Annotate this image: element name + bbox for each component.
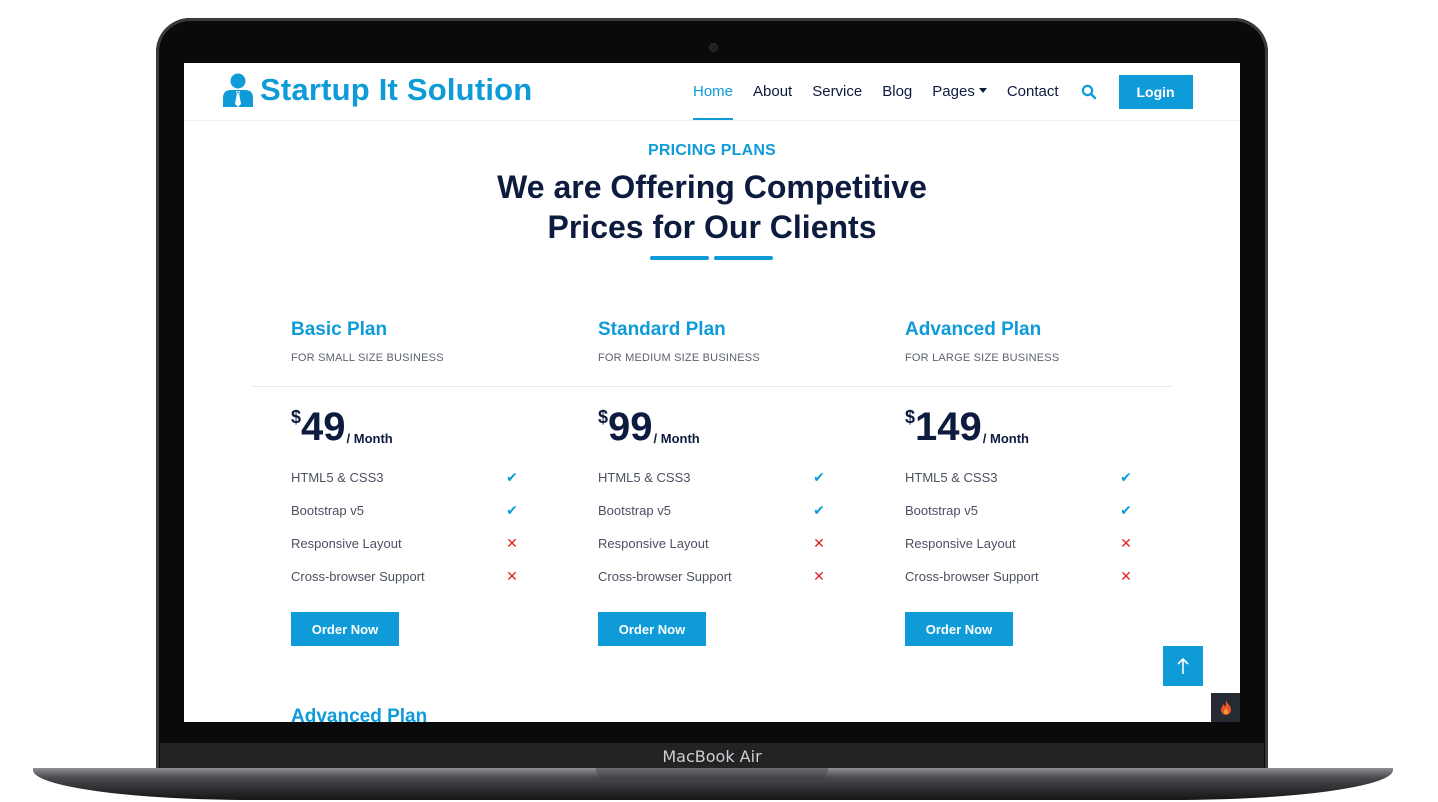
headline-line-2: Prices for Our Clients	[547, 209, 877, 245]
fire-icon	[1220, 700, 1231, 715]
order-now-button[interactable]: Order Now	[905, 612, 1013, 646]
feature-label: HTML5 & CSS3	[598, 470, 691, 485]
plan-subtitle: FOR MEDIUM SIZE BUSINESS	[598, 352, 760, 364]
user-tie-icon	[223, 73, 253, 107]
cross-icon: ✕	[1120, 568, 1132, 584]
login-button[interactable]: Login	[1118, 74, 1193, 109]
plan-subtitle: FOR LARGE SIZE BUSINESS	[905, 352, 1060, 364]
cross-icon: ✕	[1120, 535, 1132, 551]
nav-about[interactable]: About	[753, 63, 792, 120]
feature-label: Cross-browser Support	[598, 569, 732, 584]
price-period: / Month	[982, 431, 1029, 446]
check-icon: ✔	[813, 502, 825, 518]
next-plan-title: Advanced Plan	[291, 706, 428, 722]
feature-item: Cross-browser Support ✕	[905, 560, 1135, 593]
caret-down-icon	[978, 88, 987, 93]
price-amount: 149	[915, 405, 982, 449]
feature-label: Responsive Layout	[598, 536, 709, 551]
feature-list: HTML5 & CSS3 ✔ Bootstrap v5 ✔ Responsive L…	[905, 461, 1135, 593]
feature-item: HTML5 & CSS3 ✔	[905, 461, 1135, 494]
section-eyebrow: PRICING PLANS	[648, 142, 776, 159]
price-currency: $	[598, 407, 609, 427]
fire-widget-button[interactable]	[1211, 693, 1240, 722]
laptop-chin: MacBook Air	[160, 743, 1264, 769]
feature-item: HTML5 & CSS3 ✔	[598, 461, 828, 494]
cross-icon: ✕	[506, 535, 518, 551]
plan-subtitle: FOR SMALL SIZE BUSINESS	[291, 352, 444, 364]
cross-icon: ✕	[813, 535, 825, 551]
feature-item: HTML5 & CSS3 ✔	[291, 461, 521, 494]
order-now-button[interactable]: Order Now	[598, 612, 706, 646]
feature-list: HTML5 & CSS3 ✔ Bootstrap v5 ✔ Responsive L…	[291, 461, 521, 593]
feature-label: Responsive Layout	[905, 536, 1016, 551]
nav-home[interactable]: Home	[693, 63, 734, 120]
feature-item: Responsive Layout ✕	[598, 527, 828, 560]
plan-card-basic: Basic Plan FOR SMALL SIZE BUSINESS $ 49 …	[291, 319, 551, 646]
feature-item: Responsive Layout ✕	[291, 527, 521, 560]
feature-item: Responsive Layout ✕	[905, 527, 1135, 560]
feature-label: Cross-browser Support	[291, 569, 425, 584]
check-icon: ✔	[1120, 469, 1132, 485]
price-period: / Month	[653, 431, 700, 446]
headline-line-1: We are Offering Competitive	[497, 169, 927, 205]
nav-contact[interactable]: Contact	[1007, 63, 1059, 120]
cross-icon: ✕	[813, 568, 825, 584]
brand-logo[interactable]: Startup It Solution	[222, 72, 532, 108]
device-label: MacBook Air	[662, 746, 762, 766]
plan-price: $ 49 / Month	[291, 405, 393, 449]
feature-item: Cross-browser Support ✕	[598, 560, 828, 593]
feature-label: HTML5 & CSS3	[291, 470, 384, 485]
check-icon: ✔	[813, 469, 825, 485]
feature-label: Cross-browser Support	[905, 569, 1039, 584]
plans-divider	[252, 386, 1172, 387]
price-amount: 49	[301, 405, 346, 449]
check-icon: ✔	[506, 469, 518, 485]
nav-service[interactable]: Service	[812, 63, 862, 120]
price-currency: $	[291, 407, 302, 427]
order-now-button[interactable]: Order Now	[291, 612, 399, 646]
browser-screen: Startup It Solution Home About Service B…	[184, 63, 1240, 722]
price-period: / Month	[346, 431, 393, 446]
feature-label: Responsive Layout	[291, 536, 402, 551]
feature-item: Bootstrap v5 ✔	[291, 494, 521, 527]
feature-label: Bootstrap v5	[905, 503, 978, 518]
feature-label: HTML5 & CSS3	[905, 470, 998, 485]
nav-blog[interactable]: Blog	[882, 63, 912, 120]
nav-pages[interactable]: Pages	[932, 63, 987, 120]
feature-item: Bootstrap v5 ✔	[905, 494, 1135, 527]
laptop-hinge-notch	[596, 768, 828, 780]
search-icon[interactable]	[1081, 84, 1097, 100]
cross-icon: ✕	[506, 568, 518, 584]
scroll-to-top-button[interactable]	[1163, 646, 1203, 686]
plan-title: Basic Plan	[291, 319, 388, 340]
arrow-up-icon	[1177, 657, 1189, 674]
check-icon: ✔	[506, 502, 518, 518]
price-currency: $	[905, 407, 916, 427]
main-nav: Home About Service Blog Pages Contact Lo…	[693, 63, 1193, 120]
plan-price: $ 99 / Month	[598, 405, 700, 449]
brand-name: Startup It Solution	[260, 72, 533, 107]
plan-card-standard: Standard Plan FOR MEDIUM SIZE BUSINESS $…	[598, 319, 858, 646]
section-headline: We are Offering Competitive Prices for O…	[184, 167, 1240, 247]
feature-list: HTML5 & CSS3 ✔ Bootstrap v5 ✔ Responsive L…	[598, 461, 828, 593]
nav-pages-label: Pages	[932, 83, 975, 100]
plan-card-advanced: Advanced Plan FOR LARGE SIZE BUSINESS $ …	[905, 319, 1165, 646]
feature-item: Bootstrap v5 ✔	[598, 494, 828, 527]
feature-label: Bootstrap v5	[291, 503, 364, 518]
check-icon: ✔	[1120, 502, 1132, 518]
navbar: Startup It Solution Home About Service B…	[184, 63, 1240, 121]
price-amount: 99	[608, 405, 653, 449]
feature-item: Cross-browser Support ✕	[291, 560, 521, 593]
feature-label: Bootstrap v5	[598, 503, 671, 518]
heading-divider	[650, 256, 773, 260]
camera-icon	[709, 43, 718, 52]
plan-price: $ 149 / Month	[905, 405, 1029, 449]
plan-title: Standard Plan	[598, 319, 726, 340]
plan-title: Advanced Plan	[905, 319, 1042, 340]
